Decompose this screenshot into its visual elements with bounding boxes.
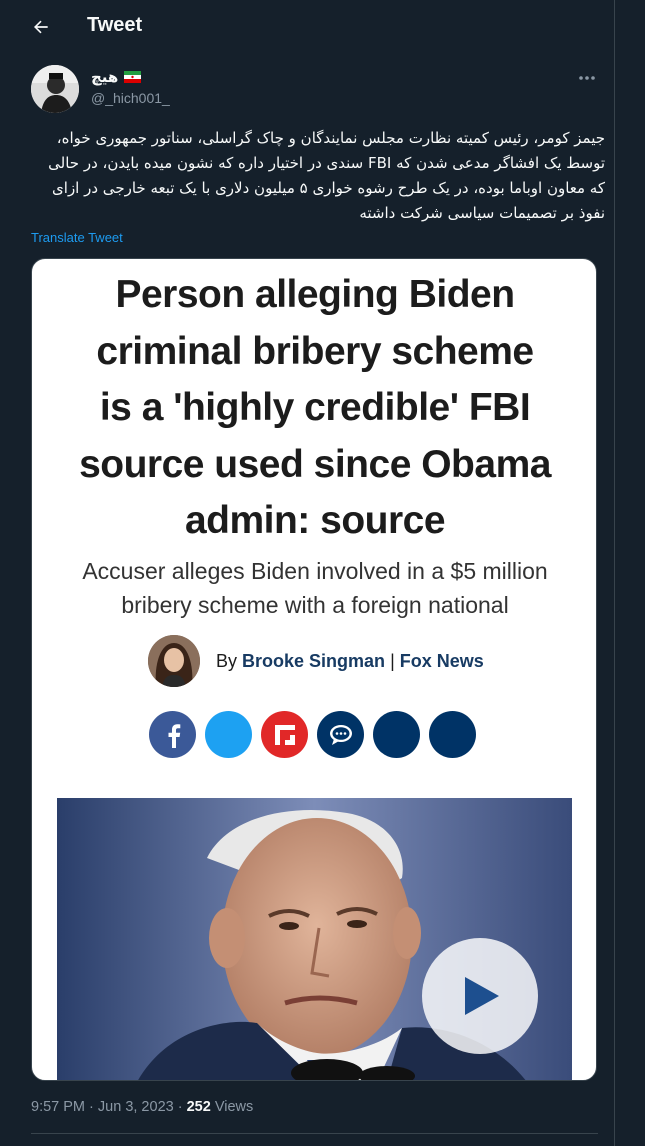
views-label: Views bbox=[214, 1099, 254, 1115]
views-count: 252 bbox=[186, 1099, 211, 1115]
subhead-line: Accuser alleges Biden involved in a $5 m… bbox=[82, 558, 548, 584]
meta-separator: · bbox=[177, 1099, 183, 1115]
tweet-meta: 9:57 PM · Jun 3, 2023 · 252 Views bbox=[31, 1099, 253, 1115]
tweet-media-card[interactable]: Person alleging Biden criminal bribery s… bbox=[31, 258, 597, 1081]
tweet-time[interactable]: 9:57 PM bbox=[31, 1099, 85, 1115]
author-photo bbox=[148, 635, 200, 687]
byline-author-link[interactable]: Brooke Singman bbox=[242, 651, 385, 671]
back-button[interactable] bbox=[26, 12, 56, 42]
byline-separator: | bbox=[390, 650, 395, 671]
author-avatar[interactable] bbox=[31, 65, 79, 113]
twitter-share-button[interactable] bbox=[205, 711, 252, 758]
headline-line: admin: source bbox=[184, 499, 446, 542]
play-icon bbox=[465, 977, 499, 1015]
byline-outlet-link[interactable]: Fox News bbox=[400, 651, 484, 671]
tweet-text: جیمز کومر، رئیس کمیته نظارت مجلس نمایندگ… bbox=[48, 129, 605, 222]
divider bbox=[31, 1133, 598, 1134]
headline-line: source used since Obama bbox=[79, 442, 551, 486]
article-byline: By Brooke Singman | Fox News bbox=[148, 633, 568, 689]
byline-prefix: By bbox=[216, 650, 238, 671]
comment-share-button[interactable] bbox=[317, 711, 364, 758]
headline-line: criminal bribery scheme bbox=[96, 329, 534, 373]
iran-flag-icon bbox=[124, 71, 142, 83]
author-name-row[interactable]: هیچ bbox=[91, 68, 142, 86]
headline-line: is a 'highly credible' FBI bbox=[99, 386, 531, 429]
print-share-button[interactable] bbox=[429, 711, 476, 758]
article-headline: Person alleging Biden criminal bribery s… bbox=[42, 267, 588, 550]
back-arrow-icon bbox=[34, 20, 48, 34]
page-title: Tweet bbox=[87, 14, 143, 36]
author-handle[interactable]: @_hich001_ bbox=[91, 90, 170, 106]
comment-icon bbox=[329, 724, 352, 745]
tweet-header: Tweet bbox=[0, 0, 614, 53]
display-name[interactable]: هیچ bbox=[91, 68, 118, 86]
facebook-share-button[interactable] bbox=[149, 711, 196, 758]
avatar-image bbox=[31, 65, 79, 113]
translate-tweet-link[interactable]: Translate Tweet bbox=[31, 230, 123, 245]
play-video-button[interactable] bbox=[422, 938, 538, 1054]
flipboard-share-button[interactable] bbox=[261, 711, 308, 758]
share-buttons bbox=[149, 711, 476, 758]
article-photo[interactable] bbox=[57, 798, 572, 1080]
tweet-date[interactable]: Jun 3, 2023 bbox=[98, 1099, 174, 1115]
facebook-icon bbox=[168, 723, 180, 748]
flipboard-icon bbox=[274, 724, 295, 745]
subhead-line: bribery scheme with a foreign national bbox=[121, 592, 509, 618]
author-portrait-image bbox=[148, 635, 200, 687]
email-share-button[interactable] bbox=[373, 711, 420, 758]
more-options-button[interactable] bbox=[574, 68, 600, 88]
tweet-column: Tweet هیچ @_hich001_ جیمز کومر، رئیس کمی… bbox=[0, 0, 615, 1146]
byline-text: By Brooke Singman | Fox News bbox=[216, 651, 484, 672]
more-dots-icon bbox=[579, 76, 595, 80]
headline-line: Person alleging Biden bbox=[115, 273, 515, 316]
article-subheadline: Accuser alleges Biden involved in a $5 m… bbox=[52, 554, 578, 622]
meta-separator: · bbox=[89, 1099, 94, 1115]
